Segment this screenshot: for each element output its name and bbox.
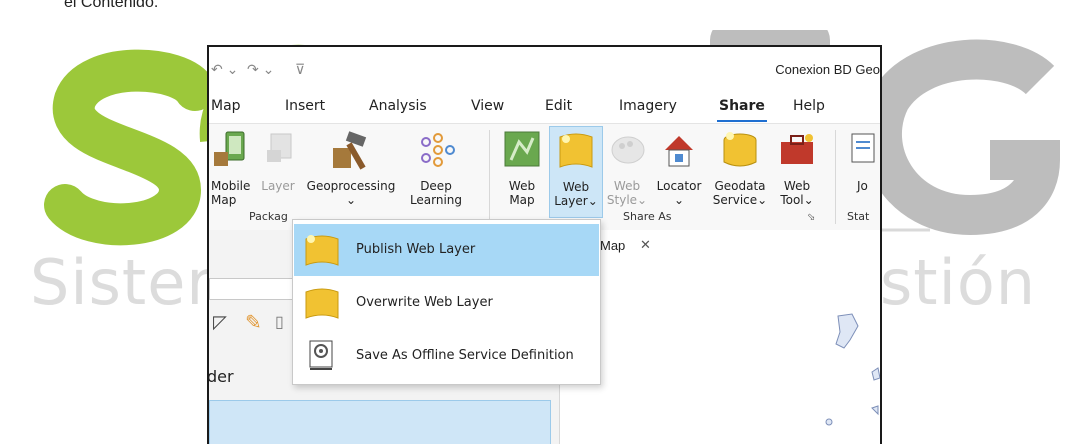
logo-subtitle-right: stión [880, 246, 1037, 319]
web-map-button[interactable]: Web Map [499, 126, 545, 216]
jobs-icon [851, 133, 875, 163]
web-layer-icon [559, 133, 593, 168]
tab-view[interactable]: View [471, 98, 504, 114]
dialog-launcher-icon[interactable]: ⬂ [807, 212, 815, 223]
select-icon[interactable]: ◸ [213, 312, 227, 333]
web-layer-dropdown: Publish Web Layer Overwrite Web Layer Sa… [292, 219, 601, 385]
palette-icon [611, 136, 645, 164]
quick-access-toolbar: ↶ ⌄ ↷ ⌄ ⊽ Conexion BD Geo [209, 47, 880, 91]
tab-map[interactable]: Map [211, 98, 241, 114]
logo-subtitle-left: Sister [30, 246, 213, 319]
web-style-button[interactable]: Web Style⌄ [605, 126, 649, 216]
mobile-map-button[interactable]: Mobile Map [209, 126, 255, 216]
menu-item-publish-web-layer[interactable]: Publish Web Layer [294, 224, 599, 276]
pane-heading: der [207, 367, 234, 386]
tab-analysis[interactable]: Analysis [369, 98, 427, 114]
neural-network-icon [421, 133, 455, 167]
web-map-icon [504, 131, 540, 167]
web-tool-button[interactable]: Web Tool⌄ [773, 126, 821, 216]
layer-package-button[interactable]: Layer [259, 126, 297, 216]
tab-help[interactable]: Help [793, 98, 825, 114]
jobs-button[interactable]: Jo [843, 126, 880, 216]
overwrite-web-layer-icon [305, 288, 339, 319]
customize-icon[interactable]: ⊽ [295, 61, 305, 78]
publish-web-layer-icon [305, 235, 339, 266]
tab-share[interactable]: Share [719, 98, 765, 114]
ribbon-tabs: Map Insert Analysis View Edit Imagery Sh… [209, 93, 880, 122]
group-label-status: Stat [847, 210, 870, 223]
menu-item-overwrite-web-layer[interactable]: Overwrite Web Layer [294, 277, 599, 329]
undo-icon[interactable]: ↶ ⌄ [211, 61, 238, 78]
hammer-icon [333, 131, 367, 170]
database-icon [723, 132, 757, 167]
redo-icon[interactable]: ↷ ⌄ [247, 61, 274, 78]
tab-insert[interactable]: Insert [285, 98, 325, 114]
geodata-service-button[interactable]: Geodata Service⌄ [709, 126, 771, 216]
deep-learning-button[interactable]: Deep Learning [407, 126, 465, 216]
locator-button[interactable]: Locator ⌄ [653, 126, 705, 216]
tab-edit[interactable]: Edit [545, 98, 572, 114]
pencil-icon[interactable]: ✎ [245, 310, 262, 335]
mobile-map-icon [214, 131, 245, 166]
close-tab-icon[interactable]: ✕ [640, 237, 651, 253]
layer-package-icon [267, 133, 292, 162]
ribbon-separator [835, 130, 836, 224]
web-layer-button[interactable]: Web Layer⌄ [549, 126, 603, 218]
document-caption: el Contenido. [64, 0, 159, 11]
selected-list-item[interactable] [209, 400, 551, 444]
ribbon-separator [489, 130, 490, 224]
table-icon[interactable]: ▯ [275, 312, 284, 332]
group-label-package: Packag [249, 210, 288, 223]
toolbox-icon [781, 134, 813, 164]
window-title: Conexion BD Geo [775, 62, 880, 77]
ribbon-share: Mobile Map Layer Geoprocessing ⌄ Deep Le… [209, 123, 880, 231]
map-canvas [825, 313, 880, 426]
map-view[interactable]: Map ✕ [560, 230, 880, 444]
tab-imagery[interactable]: Imagery [619, 98, 677, 114]
service-definition-icon [309, 340, 333, 370]
active-tab-indicator [717, 120, 767, 122]
menu-item-save-offline-service-definition[interactable]: Save As Offline Service Definition [294, 330, 599, 382]
geoprocessing-package-button[interactable]: Geoprocessing ⌄ [301, 126, 401, 216]
map-view-tab[interactable]: Map ✕ [600, 230, 680, 256]
group-label-share-as: Share As [623, 210, 672, 223]
locator-icon [665, 136, 693, 167]
